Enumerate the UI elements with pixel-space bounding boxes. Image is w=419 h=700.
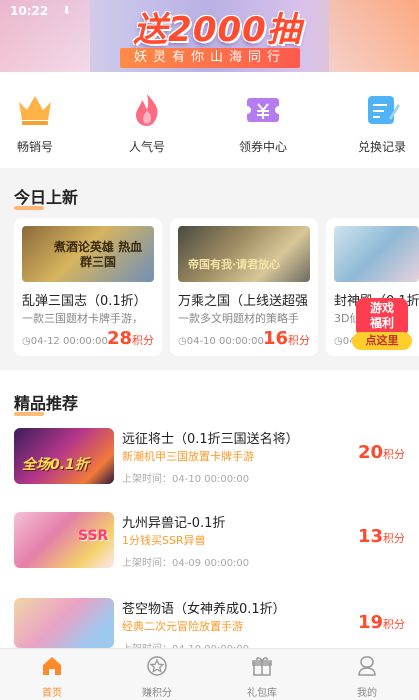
- quick-link-bestseller[interactable]: 畅销号: [0, 92, 80, 155]
- promo-banner[interactable]: 10:22 ⬇ 送2000抽 妖灵有你山海同行: [0, 0, 419, 72]
- nav-tab-gift-library[interactable]: 礼包库: [222, 655, 302, 699]
- download-icon: ⬇: [62, 4, 72, 17]
- release-time: 上架时间：04-10 00:00:00: [122, 474, 250, 485]
- game-thumbnail: [334, 226, 419, 282]
- quick-link-popular[interactable]: 人气号: [102, 92, 192, 155]
- recommend-list-item[interactable]: 全场0.1折 远征将士（0.1折三国送名将） 新潮机甲三国放置卡牌手游 上架时间…: [0, 428, 419, 518]
- game-name: 苍空物语（女神养成0.1折）: [122, 602, 286, 617]
- release-time: 上架时间：04-09 00:00:00: [122, 558, 250, 569]
- home-icon: [43, 657, 61, 675]
- status-time: 10:22: [10, 4, 49, 18]
- game-name: 乱弹三国志（0.1折）: [22, 294, 147, 309]
- banner-decoration-right: [329, 0, 419, 72]
- game-thumbnail: [14, 598, 114, 648]
- recommend-section-title: 精品推荐: [14, 390, 79, 416]
- note-edit-icon: [368, 96, 400, 124]
- game-thumbnail: SSR: [14, 512, 114, 568]
- thumbnail-text: SSR: [78, 528, 109, 544]
- quick-link-label: 畅销号: [16, 140, 53, 154]
- nav-label: 赚积分: [142, 688, 172, 699]
- game-name: 九州异兽记-0.1折: [122, 516, 226, 531]
- crown-icon: [19, 96, 51, 125]
- welfare-badge-label: 游戏 福利: [356, 298, 408, 334]
- today-game-card[interactable]: 帝国有我·请君放心 万乘之国（上线送超强 一款多文明题材的策略手 ◷04-10 …: [170, 218, 318, 356]
- quick-link-label: 领券中心: [238, 140, 287, 154]
- gift-icon: [252, 657, 272, 676]
- game-desc: 一款三国题材卡牌手游，: [22, 312, 143, 325]
- welfare-badge-button[interactable]: 点这里: [352, 332, 412, 350]
- clock-icon: ◷: [334, 336, 343, 347]
- banner-subtitle: 妖灵有你山海同行: [120, 48, 300, 68]
- thumbnail-text: 煮酒论英雄 热血群三国: [53, 240, 143, 269]
- recommend-list-item[interactable]: SSR 九州异兽记-0.1折 1分钱买SSR异兽 上架时间：04-09 00:0…: [0, 512, 419, 602]
- nav-label: 首页: [42, 688, 62, 699]
- banner-title: 送2000抽: [133, 10, 302, 50]
- nav-tab-home[interactable]: 首页: [12, 655, 92, 699]
- nav-label: 礼包库: [247, 688, 277, 699]
- today-title-text: 今日上新: [14, 188, 79, 207]
- clock-icon: ◷: [178, 336, 187, 347]
- game-name: 万乘之国（上线送超强: [178, 294, 309, 309]
- star-coin-icon: [147, 656, 167, 676]
- nav-tab-earn-points[interactable]: 赚积分: [117, 655, 197, 699]
- nav-label: 我的: [357, 688, 377, 699]
- quick-link-coupons[interactable]: 领券中心: [218, 92, 308, 155]
- quick-link-label: 人气号: [128, 140, 165, 154]
- quick-link-label: 兑换记录: [357, 140, 406, 154]
- game-thumbnail: 全场0.1折: [14, 428, 114, 484]
- today-section-title: 今日上新: [14, 184, 79, 210]
- quick-link-redeem-history[interactable]: 兑换记录: [337, 92, 419, 155]
- recommend-title-text: 精品推荐: [14, 394, 79, 413]
- game-desc: 1分钱买SSR异兽: [122, 534, 206, 547]
- release-date: ◷04-12 00:00:00: [22, 336, 108, 347]
- game-name: 远征将士（0.1折三国送名将）: [122, 432, 299, 447]
- game-thumbnail: 煮酒论英雄 热血群三国: [22, 226, 154, 282]
- today-game-card[interactable]: 煮酒论英雄 热血群三国 乱弹三国志（0.1折） 一款三国题材卡牌手游， ◷04-…: [14, 218, 162, 356]
- coupon-icon: [243, 98, 283, 122]
- thumbnail-text: 帝国有我·请君放心: [188, 258, 281, 271]
- points-price: 20积分: [357, 442, 405, 463]
- nav-tab-profile[interactable]: 我的: [327, 655, 407, 699]
- game-desc: 一款多文明题材的策略手: [178, 312, 299, 325]
- quick-links: 畅销号 人气号 领券中心 兑换记录: [0, 72, 419, 168]
- points-price: 19积分: [357, 612, 405, 633]
- points-price: 13积分: [357, 526, 405, 547]
- points-price: 16积分: [262, 328, 310, 349]
- game-desc: 经典二次元冒险放置手游: [122, 620, 243, 633]
- release-date: ◷04-10 00:00:00: [178, 336, 264, 347]
- points-price: 28积分: [106, 328, 154, 349]
- game-desc: 新潮机甲三国放置卡牌手游: [122, 450, 254, 463]
- thumbnail-text: 全场0.1折: [22, 457, 89, 473]
- flame-icon: [136, 94, 158, 126]
- game-thumbnail: 帝国有我·请君放心: [178, 226, 310, 282]
- game-welfare-badge[interactable]: 游戏 福利 点这里: [352, 298, 412, 352]
- bottom-navigation: 首页 赚积分 礼包库 我的: [0, 648, 419, 700]
- profile-icon: [358, 656, 376, 676]
- clock-icon: ◷: [22, 336, 31, 347]
